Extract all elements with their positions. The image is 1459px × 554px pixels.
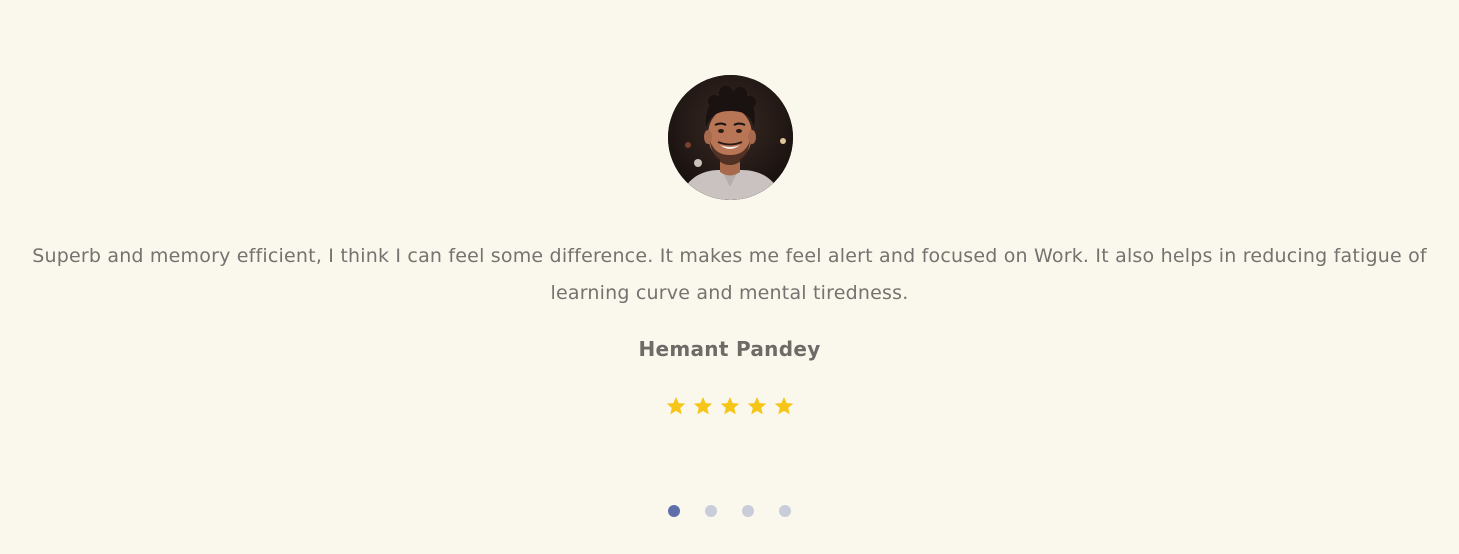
star-icon [773, 395, 795, 417]
carousel-dot-4[interactable] [779, 505, 791, 517]
testimonial-quote: Superb and memory efficient, I think I c… [32, 245, 1427, 304]
star-icon [665, 395, 687, 417]
star-icon [692, 395, 714, 417]
star-rating [0, 395, 1459, 417]
carousel-dot-3[interactable] [742, 505, 754, 517]
star-icon [746, 395, 768, 417]
testimonial-slide: Superb and memory efficient, I think I c… [0, 0, 1459, 554]
carousel-dot-1[interactable] [668, 505, 680, 517]
carousel-pagination [0, 505, 1459, 517]
star-icon [719, 395, 741, 417]
testimonial-author: Hemant Pandey [638, 337, 821, 361]
carousel-dot-2[interactable] [705, 505, 717, 517]
avatar [668, 75, 793, 200]
avatar-photo [668, 75, 793, 200]
